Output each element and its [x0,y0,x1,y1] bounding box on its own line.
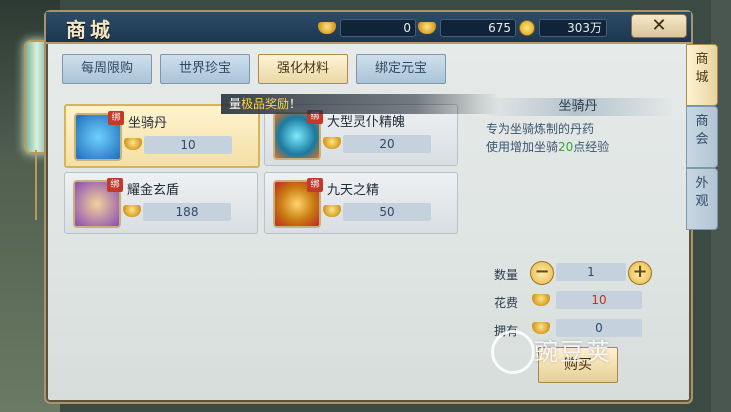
shop-panel: 商城 0 675 303万 ✕ 每周限购 世界珍宝 强化材料 绑定元宝 绑 坐骑… [44,10,718,404]
quantity-value[interactable]: 1 [556,263,626,281]
coin-value: 303万 [539,19,607,37]
bind-badge: 绑 [107,178,123,192]
gold-ingot-icon [318,22,336,34]
side-tab-shop[interactable]: 商城 [686,44,718,106]
side-tab-label: 外观 [695,176,709,209]
tab-weekly-limited[interactable]: 每周限购 [62,54,152,84]
tab-bound-ingot[interactable]: 绑定元宝 [356,54,446,84]
banner-highlight: 极品奖励 [241,97,290,111]
side-tab-label: 商会 [695,114,709,147]
price-ingot-icon [323,137,341,149]
close-button[interactable]: ✕ [631,14,687,38]
nine-heaven-essence-icon: 绑 [273,178,323,228]
gold-ingot-value: 0 [340,19,416,37]
side-tab-appearance[interactable]: 外观 [686,168,718,230]
golden-shield-icon: 绑 [73,178,123,228]
price-ingot-icon [123,205,141,217]
bind-badge: 绑 [307,178,323,192]
item-card-nine-heaven-essence[interactable]: 绑 九天之精 50 [264,172,458,234]
watermark-logo-icon [491,330,535,374]
banner-suffix: ！ [289,97,302,111]
cost-value: 10 [556,291,642,309]
coin-icon [519,20,535,36]
item-price: 50 [343,203,431,221]
tab-enhance-materials[interactable]: 强化材料 [258,54,348,84]
item-price: 20 [343,135,431,153]
quantity-plus-button[interactable]: + [628,261,652,285]
item-name: 耀金玄盾 [127,183,180,198]
spirit-essence-icon: 绑 [273,110,323,160]
mount-pill-icon: 绑 [74,111,124,161]
category-tabs: 每周限购 世界珍宝 强化材料 绑定元宝 [62,54,446,84]
window-title: 商城 [66,18,114,42]
tab-world-treasure[interactable]: 世界珍宝 [160,54,250,84]
cost-ingot-icon [532,294,550,306]
banner-prefix: 量 [229,97,242,111]
bind-badge: 绑 [108,111,124,125]
quantity-label: 数量 [494,268,519,282]
detail-exp-value: 20 [558,140,574,154]
coin-counter: 303万 [519,19,607,37]
detail-line-2-suffix: 点经验 [573,140,610,154]
reward-banner: 量极品奖励！ [221,94,499,114]
item-name: 坐骑丹 [128,116,168,131]
side-tab-label: 商城 [695,52,709,85]
detail-line-1: 专为坐骑炼制的丹药 [486,122,595,136]
watermark-text: 豌豆荚 [534,338,612,366]
bound-ingot-icon [418,22,436,34]
quantity-minus-button[interactable]: − [530,261,554,285]
price-ingot-icon [124,138,142,150]
detail-title: 坐骑丹 [482,98,674,116]
detail-line-2-prefix: 使用增加坐骑 [486,140,559,154]
gold-ingot-counter: 0 [318,19,416,37]
detail-line-2: 使用增加坐骑20点经验 [486,138,609,155]
cost-label: 花费 [494,296,519,310]
title-bar: 商城 0 675 303万 ✕ [46,12,691,44]
side-tab-chamber[interactable]: 商会 [686,106,718,168]
item-price: 10 [144,136,232,154]
item-price: 188 [143,203,231,221]
bound-ingot-counter: 675 [418,19,516,37]
item-card-golden-shield[interactable]: 绑 耀金玄盾 188 [64,172,258,234]
bound-ingot-value: 675 [440,19,516,37]
price-ingot-icon [323,205,341,217]
item-name: 九天之精 [327,183,380,198]
